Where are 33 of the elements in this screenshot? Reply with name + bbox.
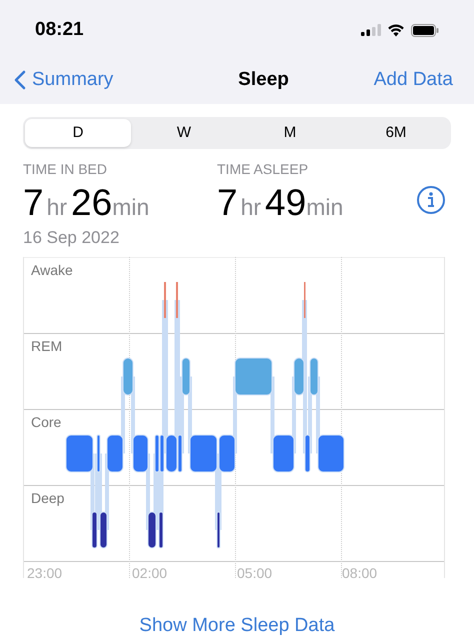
stage-label: REM xyxy=(31,338,62,354)
hours-value: 7 xyxy=(217,184,238,221)
stat-label: TIME ASLEEP xyxy=(217,160,310,179)
add-data-button[interactable]: Add Data xyxy=(374,66,460,94)
time-label: 05:00 xyxy=(237,564,272,580)
time-label: 02:00 xyxy=(132,564,168,580)
stage-label: Deep xyxy=(31,490,64,506)
segment-tab[interactable]: M xyxy=(237,119,343,147)
stage-label: Awake xyxy=(31,262,73,278)
stat-label: TIME IN BED xyxy=(23,160,108,179)
date-label: 16 Sep 2022 xyxy=(23,227,120,249)
time-label: 23:00 xyxy=(27,564,62,580)
status-time: 08:21 xyxy=(35,18,84,42)
time-label: 08:00 xyxy=(342,564,378,580)
stage-label: Core xyxy=(31,414,62,430)
battery-icon xyxy=(411,24,439,36)
hours-unit: hr xyxy=(46,196,68,219)
signal-icon xyxy=(361,24,381,36)
segment-tab[interactable]: W xyxy=(131,119,237,147)
show-more-link[interactable]: Show More Sleep Data xyxy=(139,612,335,640)
info-icon[interactable] xyxy=(416,185,446,215)
chevron-left-icon xyxy=(14,70,26,90)
hours-value: 7 xyxy=(23,184,44,221)
segment-tab[interactable]: D xyxy=(25,119,131,147)
segment-tab[interactable]: 6M xyxy=(343,119,449,147)
minutes-unit: min xyxy=(306,196,344,219)
back-button[interactable]: Summary xyxy=(14,66,114,94)
nav-title: Sleep xyxy=(238,68,289,92)
minutes-value: 26 xyxy=(71,184,112,221)
minutes-value: 49 xyxy=(265,184,306,221)
hours-unit: hr xyxy=(240,196,262,219)
minutes-unit: min xyxy=(112,196,150,219)
wifi-icon xyxy=(387,24,405,36)
